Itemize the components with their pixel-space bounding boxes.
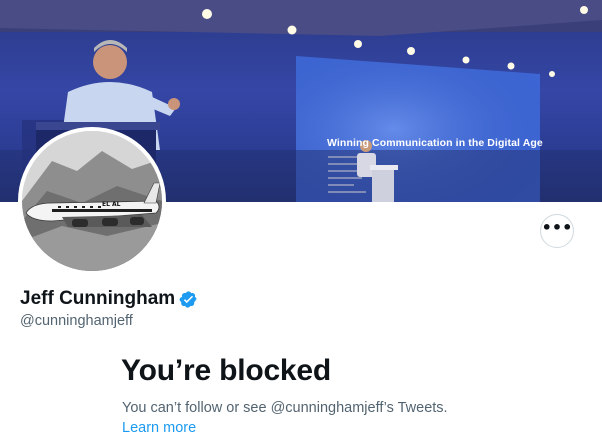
verified-badge-icon[interactable] bbox=[179, 290, 198, 309]
more-options-button[interactable]: ••• bbox=[540, 214, 574, 248]
profile-handle: @cunninghamjeff bbox=[20, 313, 133, 329]
profile-display-name: Jeff Cunningham bbox=[20, 288, 198, 310]
blocked-title: You’re blocked bbox=[121, 354, 332, 387]
blocked-description: You can’t follow or see @cunninghamjeff’… bbox=[122, 400, 448, 416]
avatar-plane-text: EL AL bbox=[102, 201, 121, 208]
avatar-image: EL AL bbox=[22, 131, 162, 271]
display-name-text: Jeff Cunningham bbox=[20, 288, 176, 309]
avatar[interactable]: EL AL bbox=[18, 127, 166, 275]
learn-more-link[interactable]: Learn more bbox=[122, 420, 196, 436]
more-options-icon: ••• bbox=[541, 217, 573, 237]
banner-slide-title: Winning Communication in the Digital Age bbox=[327, 137, 543, 149]
